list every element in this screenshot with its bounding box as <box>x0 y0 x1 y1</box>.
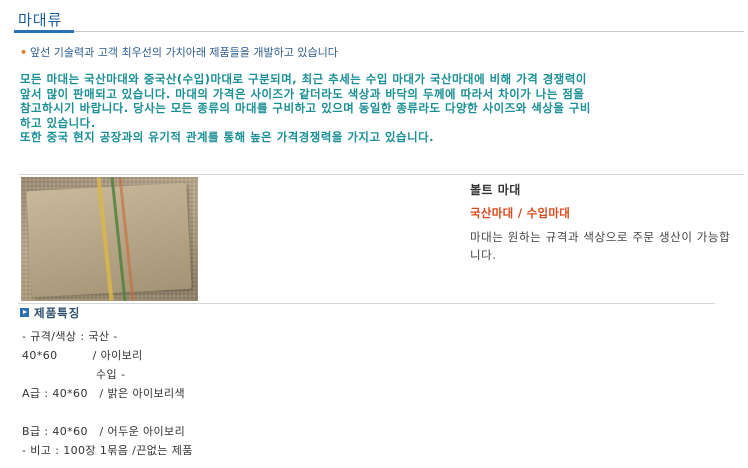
intro-line: 모든 마대는 국산마대와 중국산(수입)마대로 구분되며, 최근 추세는 수입 … <box>20 72 587 86</box>
intro-line: 하고 있습니다. <box>20 115 96 130</box>
title-accent-bar <box>14 30 74 33</box>
features-heading: 제품특징 <box>20 305 80 321</box>
product-description: 마대는 원하는 규격과 색상으로 주문 생산이 가능합니다. <box>470 230 731 262</box>
spec-line <box>22 403 193 422</box>
features-heading-label: 제품특징 <box>34 306 81 320</box>
top-nav-cutoff <box>572 0 732 3</box>
product-name: 볼트 마대 <box>470 183 521 197</box>
page-title: 마대류 <box>18 11 63 29</box>
title-divider <box>14 31 744 32</box>
spec-line: A급 : 40*60 / 밝은 아이보리색 <box>22 387 186 400</box>
slogan-text: 앞선 기술력과 고객 최우선의 가치아래 제품들을 개발하고 있습니다 <box>30 46 338 59</box>
spec-line: 40*60 / 아이보리 <box>22 349 143 362</box>
slogan: • 앞선 기술력과 고객 최우선의 가치아래 제품들을 개발하고 있습니다 <box>20 44 338 60</box>
intro-paragraph: 모든 마대는 국산마대와 중국산(수입)마대로 구분되며, 최근 추세는 수입 … <box>20 72 742 145</box>
spec-line: 수입 - <box>22 368 126 381</box>
intro-line: 앞서 많이 판매되고 있습니다. 마대의 가격은 사이즈가 같더라도 색상과 바… <box>20 86 585 101</box>
product-type: 국산마대 / 수입마대 <box>470 206 571 220</box>
features-divider <box>18 303 715 304</box>
features-list: - 규격/색상 : 국산 - 40*60 / 아이보리 수입 - A급 : 40*6… <box>22 327 193 460</box>
product-card-divider <box>18 174 744 175</box>
spec-line: - 규격/색상 : 국산 - <box>22 330 118 343</box>
intro-line: 참고하시기 바랍니다. 당사는 모든 종류의 마대를 구비하고 있으며 동일한 … <box>20 101 591 116</box>
bullet-icon: • <box>20 46 28 59</box>
intro-line: 또한 중국 현지 공장과의 유기적 관계를 통해 높은 가격경쟁력을 가지고 있… <box>20 130 435 145</box>
spec-line: - 비고 : 100장 1묶음 /끈없는 제품 <box>22 444 193 457</box>
product-image <box>21 177 198 301</box>
spec-line: B급 : 40*60 / 어두운 아이보리 <box>22 425 186 438</box>
play-arrow-icon <box>20 308 29 317</box>
